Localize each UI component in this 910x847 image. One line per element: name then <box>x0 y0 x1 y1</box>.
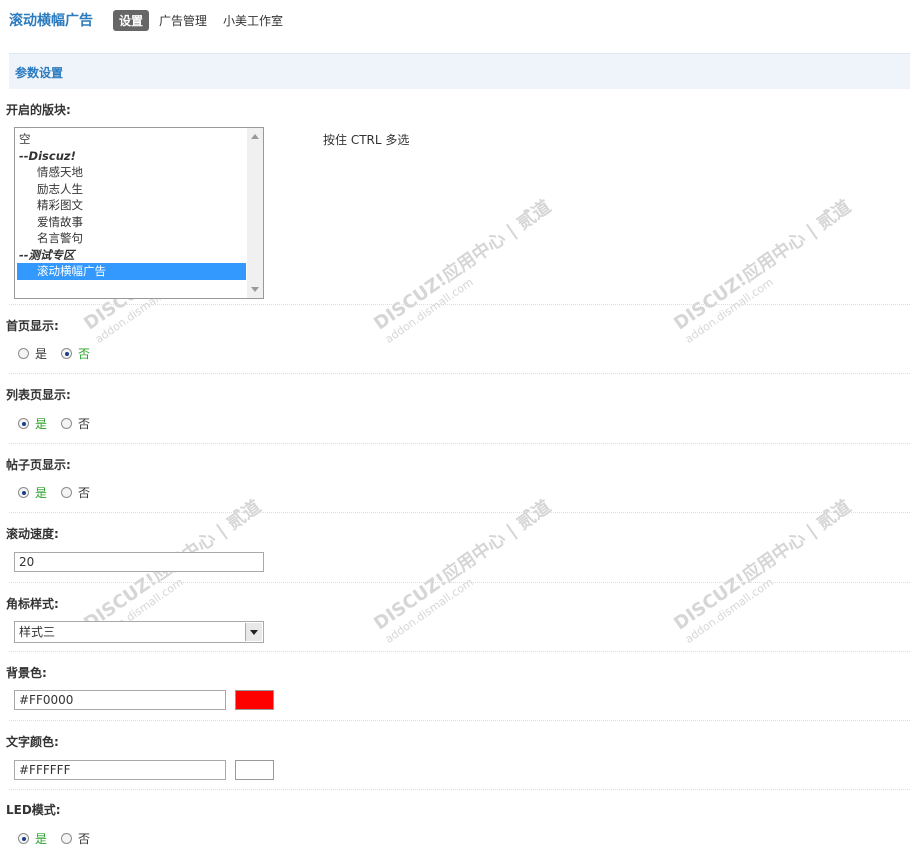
list-display-no-label[interactable]: 否 <box>78 415 90 432</box>
list-option[interactable]: 情感天地 <box>17 164 246 181</box>
blocks-multiselect[interactable]: 空 --Discuz! 情感天地 励志人生 精彩图文 爱情故事 名言警句 --测试专区 滚动横幅… <box>14 127 264 299</box>
scroll-speed-input[interactable]: 20 <box>14 552 264 572</box>
bg-color-swatch[interactable] <box>235 690 274 710</box>
led-mode-yes-radio[interactable] <box>18 833 29 844</box>
led-mode-label: LED模式: <box>6 803 61 817</box>
thread-display-radios: 是 否 <box>18 484 104 501</box>
row-divider <box>9 512 910 513</box>
list-option[interactable]: --测试专区 <box>17 247 246 264</box>
watermark: DISCUZ!应用中心 | 贰道addon.dismall.com <box>370 496 555 646</box>
home-display-yes-radio[interactable] <box>18 348 29 359</box>
text-color-label: 文字颜色: <box>6 735 59 749</box>
corner-style-value: 样式三 <box>19 625 56 639</box>
row-divider <box>9 651 910 652</box>
tab-settings[interactable]: 设置 <box>113 9 150 31</box>
scroll-up-icon[interactable] <box>251 134 259 139</box>
chevron-down-icon[interactable] <box>245 623 262 641</box>
thread-display-yes-label[interactable]: 是 <box>35 484 47 501</box>
list-display-label: 列表页显示: <box>6 388 71 402</box>
bg-color-input[interactable]: #FF0000 <box>14 690 226 710</box>
watermark: DISCUZ!应用中心 | 贰道addon.dismall.com <box>370 196 555 346</box>
section-header: 参数设置 <box>9 53 910 89</box>
corner-style-label: 角标样式: <box>6 597 59 611</box>
row-divider <box>9 582 910 583</box>
listbox-scrollbar[interactable] <box>247 128 263 298</box>
home-display-label: 首页显示: <box>6 319 59 333</box>
led-mode-no-label[interactable]: 否 <box>78 830 90 847</box>
scroll-down-icon[interactable] <box>251 287 259 292</box>
blocks-label: 开启的版块: <box>6 103 71 117</box>
home-display-no-label[interactable]: 否 <box>78 345 90 362</box>
led-mode-no-radio[interactable] <box>61 833 73 844</box>
list-display-radios: 是 否 <box>18 415 104 432</box>
list-option[interactable]: 滚动横幅广告 <box>17 263 246 280</box>
tab-ad-management[interactable]: 广告管理 <box>153 10 213 31</box>
home-display-radios: 是 否 <box>18 345 104 362</box>
watermark: DISCUZ!应用中心 | 贰道addon.dismall.com <box>670 496 855 646</box>
text-color-input[interactable]: #FFFFFF <box>14 760 226 780</box>
multiselect-hint: 按住 CTRL 多选 <box>323 133 410 147</box>
thread-display-label: 帖子页显示: <box>6 458 71 472</box>
list-option[interactable]: 励志人生 <box>17 181 246 198</box>
list-display-yes-label[interactable]: 是 <box>35 415 47 432</box>
blocks-options: 空 --Discuz! 情感天地 励志人生 精彩图文 爱情故事 名言警句 --测试专区 滚动横幅… <box>17 131 246 280</box>
row-divider <box>9 443 910 444</box>
list-option[interactable]: 精彩图文 <box>17 197 246 214</box>
row-divider <box>9 373 910 374</box>
row-divider <box>9 720 910 721</box>
list-display-yes-radio[interactable] <box>18 418 29 429</box>
list-option[interactable]: 空 <box>17 131 246 148</box>
led-mode-yes-label[interactable]: 是 <box>35 830 47 847</box>
list-display-no-radio[interactable] <box>61 418 73 429</box>
list-option[interactable]: 爱情故事 <box>17 214 246 231</box>
row-divider <box>9 789 910 790</box>
watermark: DISCUZ!应用中心 | 贰道addon.dismall.com <box>670 196 855 346</box>
home-display-no-radio[interactable] <box>61 348 73 359</box>
thread-display-no-radio[interactable] <box>61 487 73 498</box>
list-option[interactable]: 名言警句 <box>17 230 246 247</box>
section-title: 参数设置 <box>15 66 64 80</box>
thread-display-yes-radio[interactable] <box>18 487 29 498</box>
home-display-yes-label[interactable]: 是 <box>35 345 47 362</box>
top-nav: 滚动横幅广告 设置 广告管理 小美工作室 <box>9 9 293 31</box>
scroll-speed-label: 滚动速度: <box>6 527 59 541</box>
list-option[interactable]: --Discuz! <box>17 148 246 165</box>
thread-display-no-label[interactable]: 否 <box>78 484 90 501</box>
text-color-swatch[interactable] <box>235 760 274 780</box>
corner-style-select[interactable]: 样式三 <box>14 621 264 643</box>
led-mode-radios: 是 否 <box>18 830 104 847</box>
tab-studio[interactable]: 小美工作室 <box>217 10 289 31</box>
bg-color-label: 背景色: <box>6 666 47 680</box>
row-divider <box>9 304 910 305</box>
app-title: 滚动横幅广告 <box>9 13 93 29</box>
